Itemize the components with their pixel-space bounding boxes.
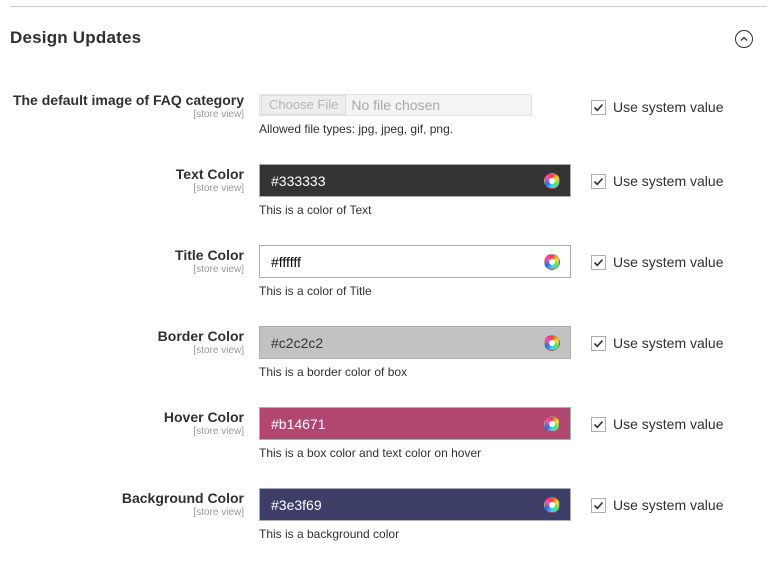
field-label-text: Title Color — [175, 247, 244, 263]
field-note: This is a border color of box — [259, 365, 408, 379]
field-label: Text Color [store view] — [176, 166, 244, 195]
use-system-value[interactable]: Use system value — [591, 254, 723, 270]
checkmark-icon — [593, 258, 604, 266]
use-system-value-checkbox[interactable] — [591, 99, 606, 115]
use-system-value-checkbox[interactable] — [591, 416, 606, 432]
use-system-value[interactable]: Use system value — [591, 497, 723, 513]
color-value: #3e3f69 — [271, 496, 322, 513]
file-status-text: No file chosen — [351, 97, 441, 113]
text-color-input[interactable]: #333333 — [259, 164, 571, 197]
color-value: #ffffff — [271, 253, 301, 270]
use-system-value-label: Use system value — [613, 416, 724, 432]
background-color-input[interactable]: #3e3f69 — [259, 488, 571, 521]
field-label-text: Border Color — [157, 328, 244, 344]
field-label: The default image of FAQ category [store… — [13, 92, 244, 121]
scope-label: [store view] — [193, 345, 244, 356]
field-note: This is a color of Title — [259, 284, 372, 298]
field-label-text: Background Color — [121, 490, 244, 506]
field-label: Title Color [store view] — [175, 247, 244, 276]
use-system-value-checkbox[interactable] — [591, 335, 606, 351]
scope-label: [store view] — [193, 264, 244, 275]
scope-label: [store view] — [193, 507, 244, 518]
color-value: #b14671 — [271, 415, 326, 432]
checkmark-icon — [593, 339, 604, 347]
use-system-value-checkbox[interactable] — [591, 173, 606, 189]
use-system-value[interactable]: Use system value — [591, 99, 723, 115]
collapse-section-button[interactable] — [735, 30, 753, 48]
checkmark-icon — [593, 177, 604, 185]
use-system-value-checkbox[interactable] — [591, 254, 606, 270]
field-label: Border Color [store view] — [158, 328, 244, 357]
use-system-value-label: Use system value — [613, 254, 724, 270]
field-label: Hover Color [store view] — [164, 409, 244, 438]
use-system-value-label: Use system value — [613, 497, 724, 513]
title-color-input[interactable]: #ffffff — [259, 245, 571, 278]
hover-color-input[interactable]: #b14671 — [259, 407, 571, 440]
use-system-value-label: Use system value — [613, 99, 724, 115]
field-label: Background Color [store view] — [122, 490, 244, 519]
scope-label: [store view] — [193, 183, 244, 194]
use-system-value-label: Use system value — [613, 335, 724, 351]
use-system-value-checkbox[interactable] — [591, 497, 606, 513]
field-note: This is a box color and text color on ho… — [259, 446, 482, 460]
color-value: #c2c2c2 — [271, 334, 324, 351]
scope-label: [store view] — [193, 109, 244, 120]
color-wheel-icon[interactable] — [544, 416, 560, 432]
field-label-text: The default image of FAQ category — [12, 92, 244, 108]
color-wheel-icon[interactable] — [544, 173, 560, 189]
color-wheel-icon[interactable] — [544, 497, 560, 513]
checkmark-icon — [593, 420, 604, 428]
section-title[interactable]: Design Updates — [10, 28, 141, 48]
section-divider — [10, 6, 767, 7]
use-system-value[interactable]: Use system value — [591, 335, 723, 351]
checkmark-icon — [593, 501, 604, 509]
color-wheel-icon[interactable] — [544, 254, 560, 270]
field-note: Allowed file types: jpg, jpeg, gif, png. — [259, 122, 454, 136]
choose-file-button[interactable]: Choose File — [261, 95, 347, 115]
use-system-value-label: Use system value — [613, 173, 724, 189]
checkmark-icon — [593, 103, 604, 111]
scope-label: [store view] — [193, 426, 244, 437]
use-system-value[interactable]: Use system value — [591, 173, 723, 189]
use-system-value[interactable]: Use system value — [591, 416, 723, 432]
color-wheel-icon[interactable] — [544, 335, 560, 351]
field-note: This is a color of Text — [259, 203, 372, 217]
color-value: #333333 — [271, 172, 326, 189]
field-label-text: Text Color — [175, 166, 244, 182]
chevron-up-icon — [740, 36, 748, 41]
field-label-text: Hover Color — [163, 409, 244, 425]
file-upload-input[interactable]: Choose File No file chosen — [259, 94, 532, 116]
field-note: This is a background color — [259, 527, 400, 541]
border-color-input[interactable]: #c2c2c2 — [259, 326, 571, 359]
